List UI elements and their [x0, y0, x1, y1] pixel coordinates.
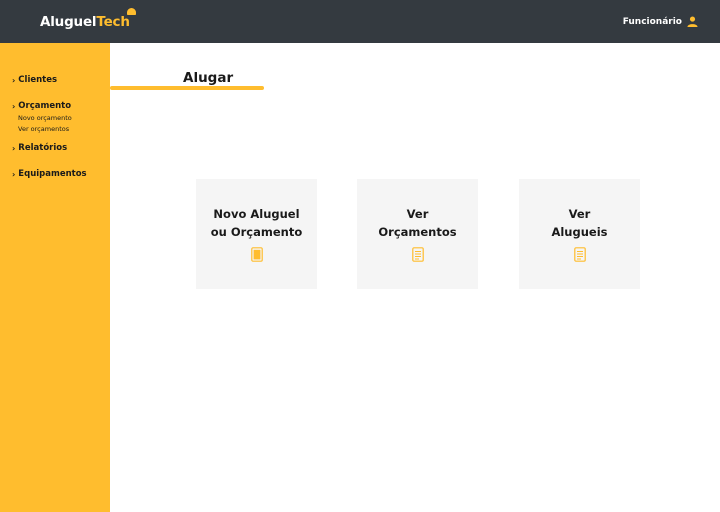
card-ver-alugueis[interactable]: Ver Alugueis: [519, 179, 640, 289]
sidebar-subitem-novo-orcamento[interactable]: Novo orçamento: [0, 113, 110, 124]
sidebar-subitem-ver-orcamentos[interactable]: Ver orçamentos: [0, 124, 110, 135]
page-title: Alugar: [183, 70, 234, 86]
hard-hat-icon: [126, 7, 136, 15]
sidebar-item-orcamento[interactable]: › Orçamento: [0, 99, 110, 113]
sidebar-item-label: Equipamentos: [18, 169, 87, 179]
document-icon: [250, 247, 263, 262]
user-label: Funcionário: [622, 16, 682, 27]
chevron-right-icon: ›: [12, 101, 16, 111]
card-ver-orcamentos[interactable]: Ver Orçamentos: [357, 179, 478, 289]
sidebar: › Clientes › Orçamento Novo orçamento Ve…: [0, 43, 110, 512]
sidebar-item-equipamentos[interactable]: › Equipamentos: [0, 167, 110, 181]
logo-main-text: Aluguel: [40, 13, 97, 30]
card-label: Ver Orçamentos: [378, 207, 457, 239]
app-logo[interactable]: AluguelTech: [40, 7, 136, 30]
top-bar: AluguelTech Funcionário: [0, 0, 720, 43]
user-menu[interactable]: Funcionário: [623, 16, 698, 27]
logo-accent-text: Tech: [96, 13, 130, 30]
sidebar-item-relatorios[interactable]: › Relatórios: [0, 141, 110, 155]
chevron-right-icon: ›: [12, 75, 16, 85]
sidebar-item-label: Relatórios: [18, 143, 68, 153]
title-underline: [110, 86, 264, 90]
sidebar-item-clientes[interactable]: › Clientes: [0, 73, 110, 87]
sidebar-item-label: Clientes: [18, 75, 58, 85]
chevron-right-icon: ›: [12, 169, 16, 179]
chevron-right-icon: ›: [12, 143, 16, 153]
card-novo-aluguel[interactable]: Novo Aluguel ou Orçamento: [196, 179, 317, 289]
sidebar-item-label: Orçamento: [18, 101, 72, 111]
card-label: Ver Alugueis: [551, 207, 608, 239]
document-outline-icon: [573, 247, 586, 262]
card-label: Novo Aluguel ou Orçamento: [210, 207, 303, 239]
document-outline-icon: [411, 247, 424, 262]
user-icon: [687, 16, 698, 27]
